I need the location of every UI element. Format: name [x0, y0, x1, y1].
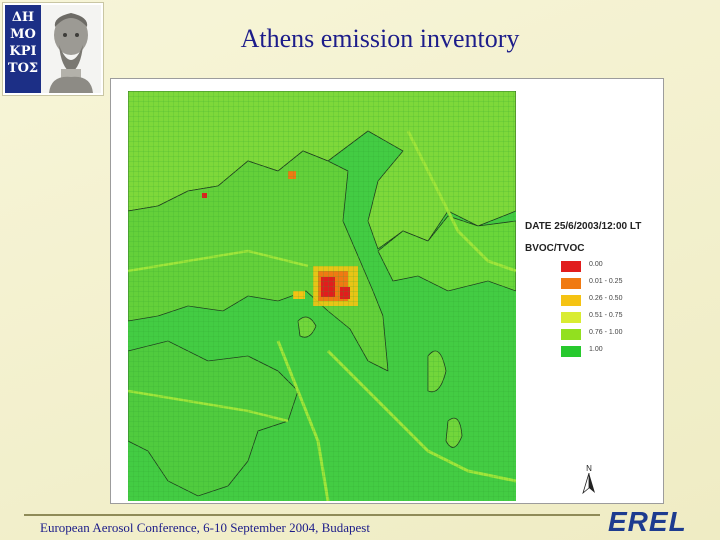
- north-arrow: N: [581, 464, 597, 497]
- logo-letter-line: ΚΡΙ: [9, 44, 37, 59]
- legend-label: 0.01 - 0.25: [589, 278, 623, 285]
- map-panel: DATE 25/6/2003/12:00 LT BVOC/TVOC 0.00 0…: [110, 78, 664, 504]
- democritus-bust-icon: [41, 5, 101, 93]
- university-logo: ΔΗ ΜΟ ΚΡΙ ΤΟΣ: [2, 2, 104, 96]
- legend-label: 1.00: [589, 346, 603, 353]
- legend-label: 0.51 - 0.75: [589, 312, 623, 319]
- north-arrow-icon: [582, 472, 595, 495]
- legend-swatch: [561, 278, 581, 289]
- erel-logo: EREL: [608, 506, 687, 537]
- footer-divider: [24, 514, 600, 516]
- footer-conference: European Aerosol Conference, 6-10 Septem…: [40, 520, 370, 535]
- legend-swatch: [561, 312, 581, 323]
- logo-greek-letters: ΔΗ ΜΟ ΚΡΙ ΤΟΣ: [5, 5, 41, 93]
- legend-title: BVOC/TVOC: [525, 243, 585, 254]
- legend-label: 0.26 - 0.50: [589, 295, 623, 302]
- emission-map: [128, 91, 516, 501]
- north-label: N: [586, 464, 592, 473]
- map-date-label: DATE 25/6/2003/12:00 LT: [525, 221, 642, 232]
- logo-letter-line: ΤΟΣ: [7, 61, 39, 76]
- logo-letter-line: ΔΗ: [11, 10, 35, 25]
- legend-label: 0.00: [589, 261, 603, 268]
- legend-swatch: [561, 346, 581, 357]
- legend-swatch: [561, 295, 581, 306]
- legend-swatch: [561, 261, 581, 272]
- slide-title: Athens emission inventory: [240, 24, 520, 53]
- legend-swatch: [561, 329, 581, 340]
- logo-letter-line: ΜΟ: [10, 27, 36, 42]
- legend-label: 0.76 - 1.00: [589, 329, 623, 336]
- model-grid: [128, 91, 516, 501]
